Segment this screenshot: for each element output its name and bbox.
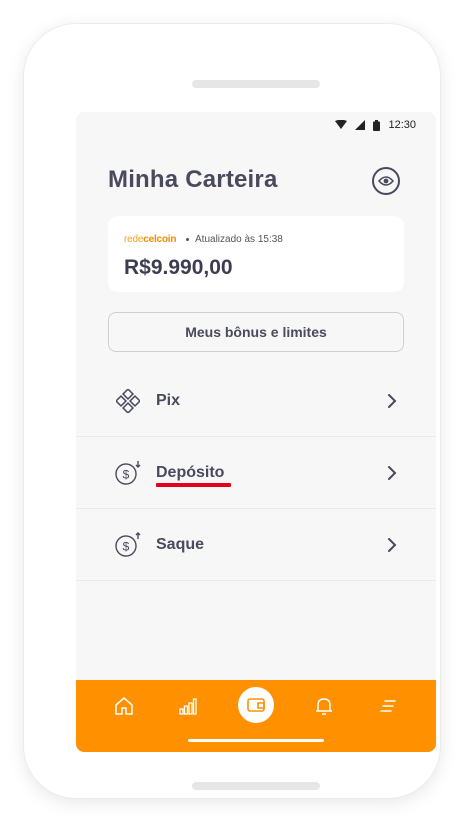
wallet-menu: Pix $ Depósito $ Saque (76, 365, 436, 581)
menu-item-saque[interactable]: $ Saque (76, 509, 436, 581)
status-time: 12:30 (388, 119, 416, 131)
menu-item-label: Pix (156, 391, 181, 409)
menu-item-label: Saque (156, 535, 205, 553)
bell-icon[interactable] (312, 694, 336, 718)
brand-name: celcoin (143, 234, 177, 245)
menu-icon[interactable] (376, 694, 400, 718)
chart-icon[interactable] (176, 694, 200, 718)
balance-amount: R$9.990,00 (124, 256, 233, 279)
phone-home-bar (192, 782, 320, 790)
brand-logo: redecelcoin (124, 234, 176, 245)
wifi-icon (335, 120, 348, 129)
battery-icon (373, 119, 381, 131)
menu-item-label: Depósito (156, 463, 225, 481)
bottom-navigation (76, 680, 436, 752)
bonus-limits-button[interactable]: Meus bônus e limites (108, 312, 404, 352)
chevron-right-icon (385, 393, 399, 409)
status-bar: 12:30 (335, 118, 416, 132)
page-title: Minha Carteira (108, 166, 278, 193)
highlight-underline (156, 483, 231, 487)
menu-item-pix[interactable]: Pix (76, 365, 436, 437)
eye-icon (378, 176, 394, 186)
gesture-indicator (188, 739, 324, 742)
dollar-coin-down-icon: $ (114, 459, 142, 487)
app-screen: 12:30 Minha Carteira redecelcoin Atualiz… (76, 112, 436, 752)
menu-item-deposito[interactable]: $ Depósito (76, 437, 436, 509)
dollar-coin-up-icon: $ (114, 531, 142, 559)
phone-frame: 12:30 Minha Carteira redecelcoin Atualiz… (24, 24, 440, 798)
brand-prefix: rede (124, 234, 144, 245)
separator-dot (186, 238, 189, 241)
balance-card: redecelcoin Atualizado às 15:38 R$9.990,… (108, 216, 404, 292)
toggle-balance-visibility-button[interactable] (372, 167, 400, 195)
signal-icon (355, 120, 366, 130)
chevron-right-icon (385, 537, 399, 553)
updated-text: Atualizado às 15:38 (195, 234, 283, 245)
chevron-right-icon (385, 465, 399, 481)
updated-timestamp: Atualizado às 15:38 (186, 234, 283, 245)
wallet-icon (247, 698, 265, 712)
phone-speaker (192, 80, 320, 88)
svg-text:$: $ (123, 539, 130, 553)
svg-text:$: $ (123, 467, 130, 481)
wallet-nav-button[interactable] (238, 687, 274, 723)
pix-icon (114, 387, 142, 415)
home-icon[interactable] (112, 694, 136, 718)
